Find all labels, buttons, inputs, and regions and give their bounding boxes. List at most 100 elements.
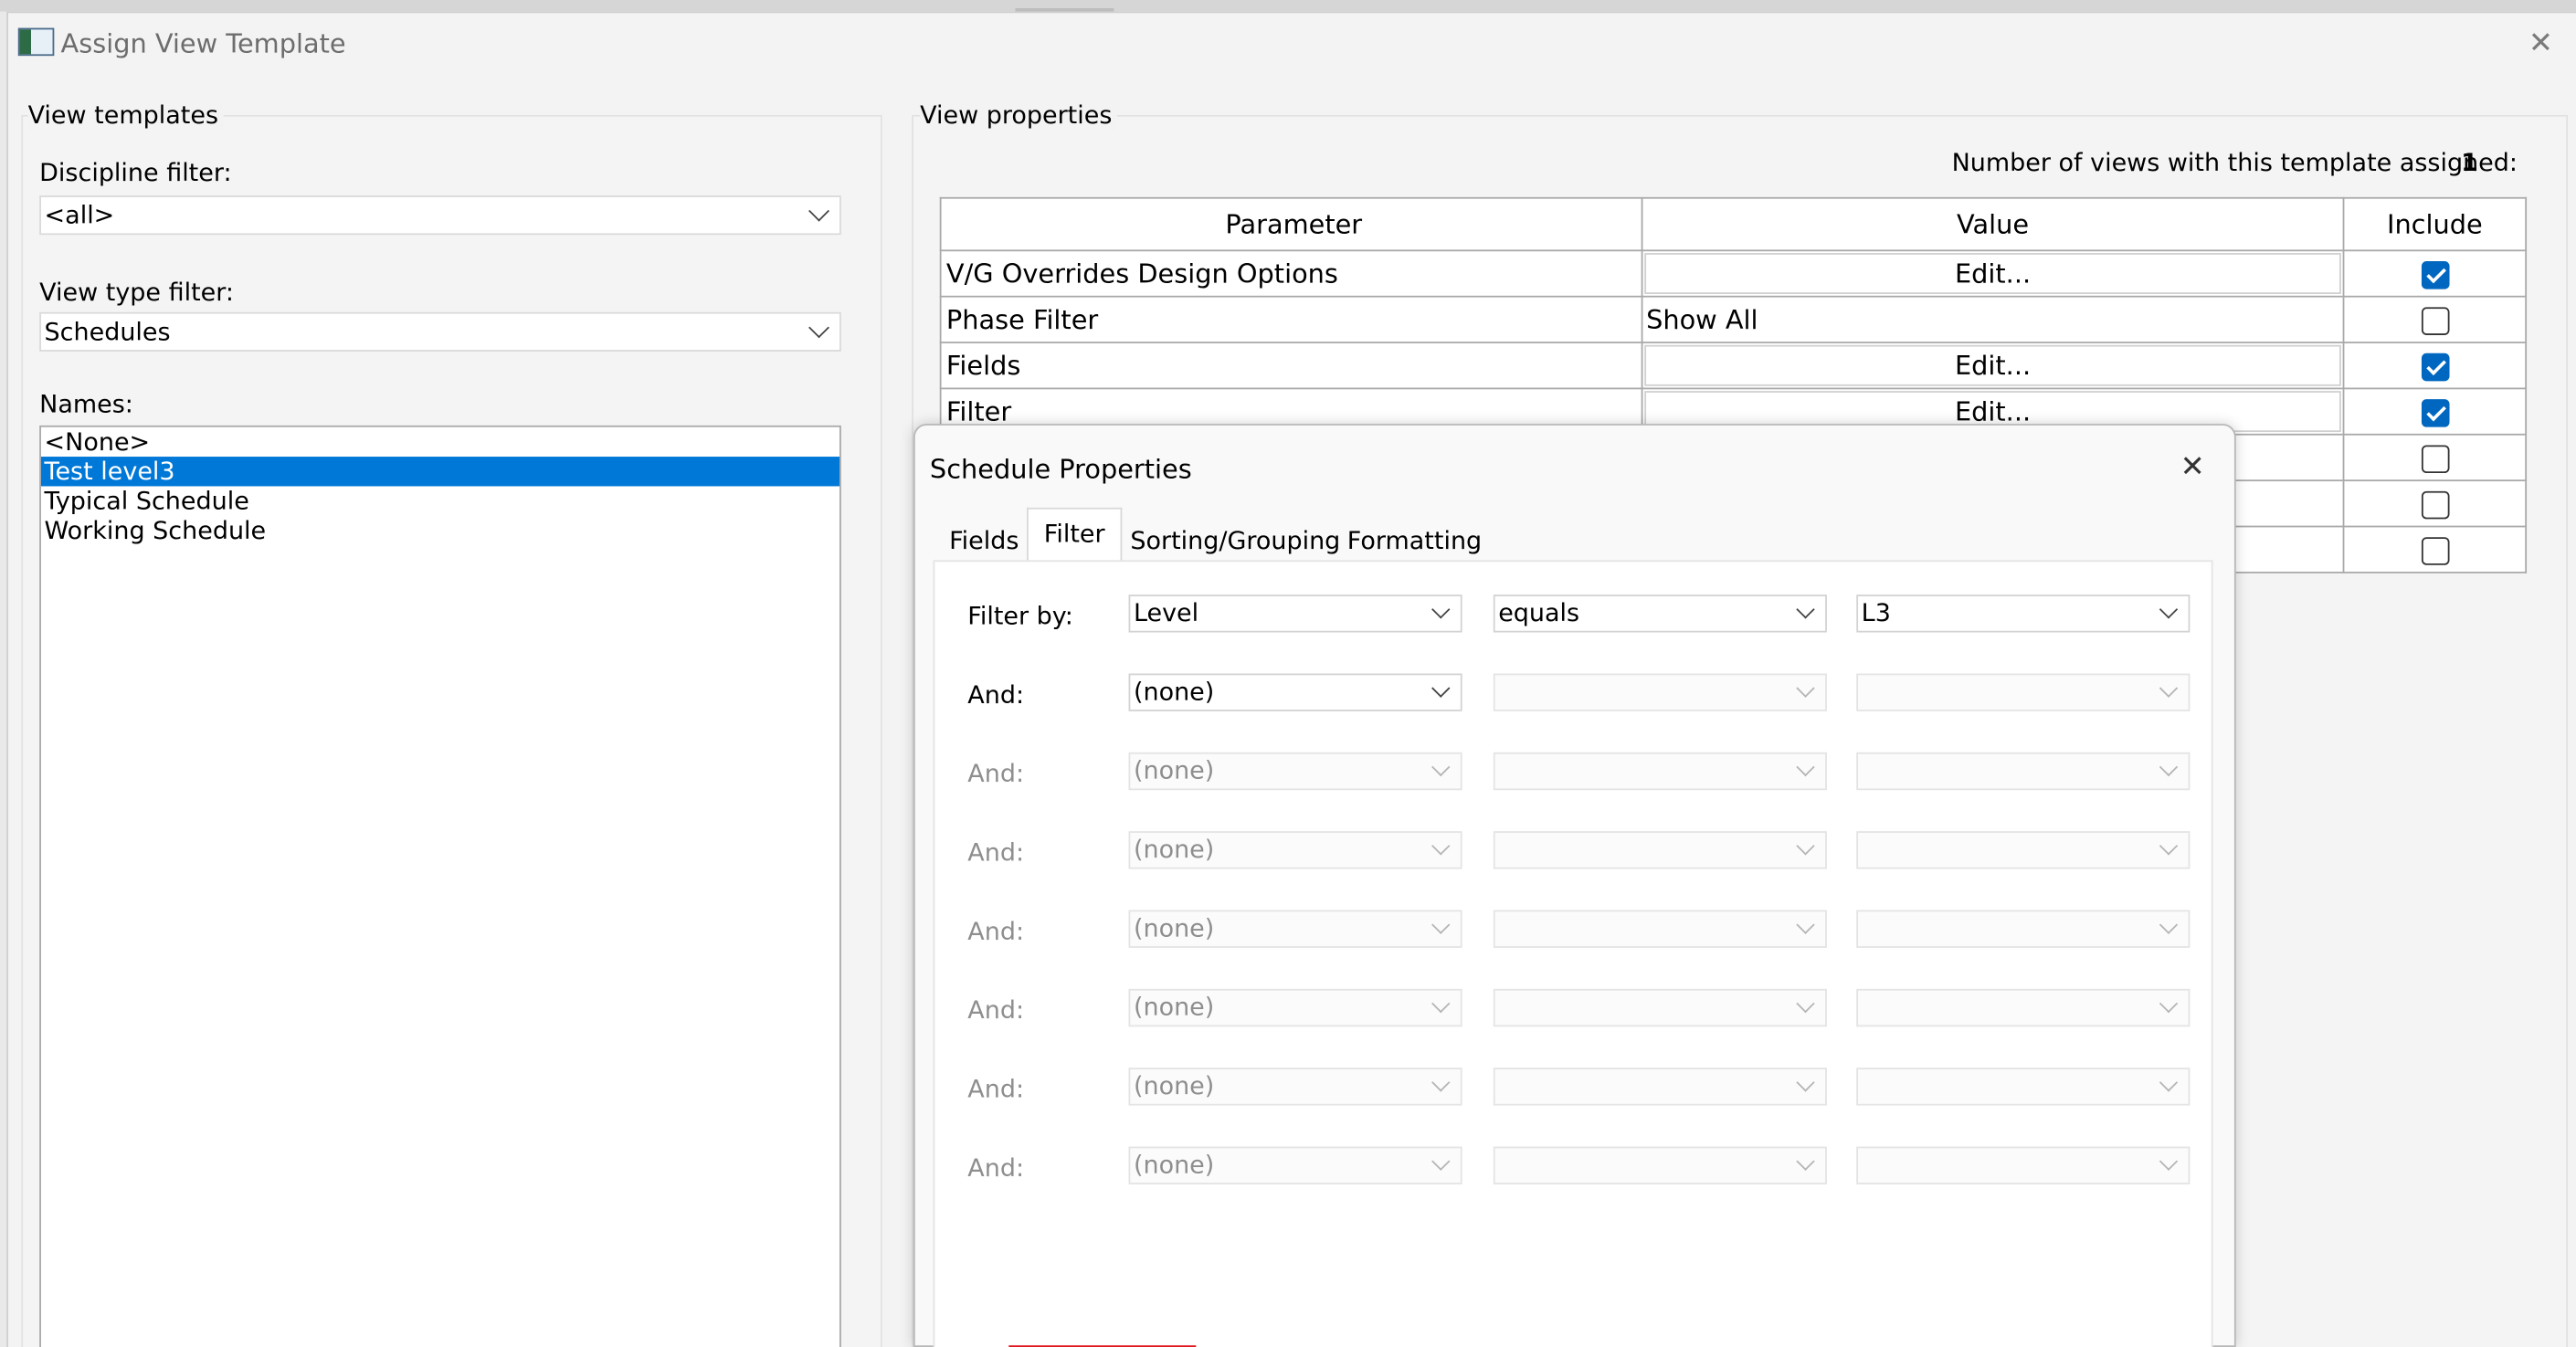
chevron-down-icon [1796, 994, 1815, 1014]
chevron-down-icon [2159, 679, 2179, 698]
edit-button[interactable]: Edit... [1644, 253, 2341, 294]
column-header-include: Include [2342, 196, 2528, 252]
filter-condition-select [1493, 673, 1827, 711]
chevron-down-icon [2159, 1073, 2179, 1092]
tab-sorting-grouping[interactable]: Sorting/Grouping [1130, 516, 1340, 561]
names-label: Names: [39, 389, 133, 419]
view-properties-group-title: View properties [920, 100, 1117, 131]
chevron-down-icon [1431, 915, 1451, 934]
filter-row-label: And: [967, 1152, 1025, 1184]
filter-field-select: (none) [1128, 1146, 1462, 1184]
chevron-down-icon [1796, 915, 1815, 934]
table-row: Phase Filter Show All [939, 295, 2528, 343]
discipline-filter-select[interactable]: <all> [39, 195, 841, 236]
filter-value-select [1856, 1068, 2191, 1106]
parameter-cell: V/G Overrides Design Options [939, 249, 1643, 298]
tab-fields[interactable]: Fields [943, 516, 1025, 561]
chevron-down-icon [2159, 1152, 2179, 1171]
filter-field-select: (none) [1128, 988, 1462, 1027]
filter-condition-select [1493, 752, 1827, 791]
chevron-down-icon [1796, 600, 1815, 619]
chevron-down-icon [2159, 915, 2179, 934]
filter-row-label: And: [967, 1074, 1025, 1104]
chevron-down-icon [1796, 757, 1815, 777]
filter-row-label: And: [967, 837, 1025, 868]
chevron-down-icon [1796, 1073, 1815, 1092]
include-checkbox[interactable] [2421, 399, 2449, 427]
chevron-down-icon [1431, 757, 1451, 777]
chevron-down-icon [1431, 600, 1451, 619]
include-checkbox[interactable] [2421, 537, 2449, 565]
include-checkbox[interactable] [2421, 353, 2449, 382]
discipline-filter-label: Discipline filter: [39, 157, 232, 188]
window-title: Assign View Template [60, 27, 346, 59]
chevron-down-icon [1796, 1152, 1815, 1171]
filter-field-select: (none) [1128, 831, 1462, 869]
filter-condition-select [1493, 831, 1827, 869]
chevron-down-icon [1431, 837, 1451, 856]
view-type-filter-select[interactable]: Schedules [39, 311, 841, 352]
table-header-row: Parameter Value Include [939, 196, 2528, 252]
include-checkbox[interactable] [2421, 307, 2449, 335]
include-checkbox[interactable] [2421, 445, 2449, 474]
filter-field-value: Level [1133, 597, 1199, 628]
list-item[interactable]: Typical Schedule [41, 486, 839, 515]
filter-condition-select[interactable]: equals [1493, 595, 1827, 633]
include-cell [2342, 295, 2528, 343]
filter-value-select [1856, 752, 2191, 791]
filter-condition-select [1493, 910, 1827, 948]
filter-row-label: And: [967, 679, 1025, 710]
include-checkbox[interactable] [2421, 490, 2449, 520]
filter-field-value: (none) [1133, 677, 1215, 707]
list-item[interactable]: <None> [41, 427, 839, 457]
table-row: Fields Edit... [939, 342, 2528, 390]
tab-formatting[interactable]: Formatting [1342, 516, 1486, 561]
parameter-cell: Phase Filter [939, 295, 1643, 343]
value-cell: Edit... [1641, 249, 2345, 298]
include-checkbox[interactable] [2421, 261, 2449, 289]
view-type-filter-label: View type filter: [39, 277, 234, 308]
filter-field-value: (none) [1133, 1150, 1215, 1180]
app-icon [17, 27, 55, 57]
filter-condition-select [1493, 988, 1827, 1027]
parameter-cell: Fields [939, 342, 1643, 390]
filter-condition-value: equals [1498, 597, 1580, 628]
filter-row-label: Filter by: [967, 601, 1073, 631]
filter-value-select [1856, 831, 2191, 869]
views-count-value: 1 [2461, 147, 2478, 178]
include-cell [2342, 479, 2528, 528]
value-cell: Edit... [1641, 342, 2345, 390]
dialog-close-icon[interactable]: ✕ [2180, 450, 2205, 485]
window-close-icon[interactable]: ✕ [2528, 26, 2553, 61]
discipline-filter-value: <all> [44, 200, 115, 230]
filter-value-select[interactable]: L3 [1856, 595, 2191, 633]
chevron-down-icon [1796, 837, 1815, 856]
filter-condition-select [1493, 1146, 1827, 1184]
chevron-down-icon [1431, 1073, 1451, 1092]
list-item[interactable]: Test level3 [40, 457, 840, 487]
filter-value-select [1856, 988, 2191, 1027]
filter-field-select: (none) [1128, 910, 1462, 948]
names-listbox[interactable]: <None> Test level3 Typical Schedule Working… [39, 425, 841, 1347]
include-cell [2342, 433, 2528, 482]
filter-field-select[interactable]: (none) [1128, 673, 1462, 711]
include-cell [2342, 342, 2528, 390]
filter-field-select: (none) [1128, 1068, 1462, 1106]
value-cell: Show All [1641, 295, 2345, 343]
include-cell [2342, 525, 2528, 574]
tab-filter[interactable]: Filter [1027, 507, 1123, 563]
column-header-parameter: Parameter [939, 196, 1643, 252]
list-item[interactable]: Working Schedule [41, 516, 839, 545]
include-cell [2342, 387, 2528, 436]
table-row: V/G Overrides Design Options Edit... [939, 249, 2528, 298]
schedule-properties-dialog: Schedule Properties ✕ Fields Filter Sort… [913, 424, 2236, 1347]
chevron-down-icon [808, 200, 829, 222]
filter-row-label: And: [967, 759, 1025, 789]
background-window-strip [0, 0, 2576, 12]
filter-field-select[interactable]: Level [1128, 595, 1462, 633]
filter-field-value: (none) [1133, 913, 1215, 943]
filter-field-value: (none) [1133, 755, 1215, 785]
edit-button[interactable]: Edit... [1644, 344, 2341, 386]
include-cell [2342, 249, 2528, 298]
filter-condition-select [1493, 1068, 1827, 1106]
